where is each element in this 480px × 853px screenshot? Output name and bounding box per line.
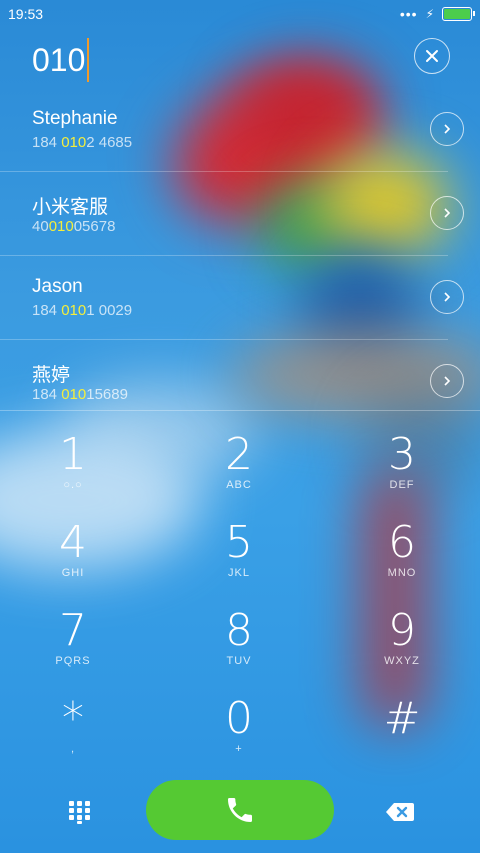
key-5[interactable]: 5 JKL — [184, 518, 294, 598]
close-icon — [426, 50, 438, 62]
contact-row[interactable]: 燕婷 184 01015689 — [0, 340, 464, 424]
contact-row[interactable]: 小米客服 4001005678 — [0, 172, 464, 256]
text-cursor — [87, 38, 90, 82]
dialed-number: 010 — [32, 41, 86, 78]
contact-detail-button[interactable] — [430, 196, 464, 230]
key-0[interactable]: 0 + — [184, 694, 294, 774]
key-1[interactable]: 1 ○.○ — [18, 430, 128, 510]
contact-suggestions: Stephanie 184 0102 4685 小米客服 4001005678 … — [0, 88, 480, 410]
contact-detail-button[interactable] — [430, 280, 464, 314]
chevron-right-icon — [444, 124, 451, 134]
phone-icon — [228, 798, 252, 822]
dialpad-grid-icon — [69, 801, 90, 824]
contact-name: Stephanie — [32, 108, 118, 129]
contact-name: 燕婷 — [32, 365, 71, 386]
dialpad: 1 ○.○ 2 ABC 3 DEF 4 GHI 5 JKL 6 MNO 7 PQRS 8 TUV… — [0, 430, 480, 780]
contact-number: 184 0102 4685 — [32, 134, 133, 151]
contact-name: 小米客服 — [32, 197, 109, 218]
dialpad-toggle-button[interactable] — [67, 799, 93, 825]
call-button[interactable] — [146, 780, 334, 840]
key-2[interactable]: 2 ABC — [184, 430, 294, 510]
bottom-actions — [0, 780, 480, 840]
key-9[interactable]: 9 WXYZ — [347, 606, 457, 686]
contact-detail-button[interactable] — [430, 112, 464, 146]
key-3[interactable]: 3 DEF — [347, 430, 457, 510]
signal-dots-icon: ••• — [399, 6, 418, 22]
contact-number: 4001005678 — [32, 218, 116, 235]
match-highlight: 010 — [61, 302, 87, 319]
key-7[interactable]: 7 PQRS — [18, 606, 128, 686]
chevron-right-icon — [444, 208, 451, 218]
list-divider — [0, 410, 480, 411]
contact-row[interactable]: Stephanie 184 0102 4685 — [0, 88, 464, 172]
number-input[interactable]: 010 — [0, 32, 480, 88]
status-bar: 19:53 ••• ⚡ — [0, 0, 480, 28]
match-highlight: 010 — [48, 218, 74, 235]
charging-icon: ⚡ — [425, 7, 434, 21]
battery-icon — [442, 7, 475, 21]
key-8[interactable]: 8 TUV — [184, 606, 294, 686]
contact-number: 184 01015689 — [32, 386, 128, 403]
key-6[interactable]: 6 MNO — [347, 518, 457, 598]
contact-row[interactable]: Jason 184 0101 0029 — [0, 256, 464, 340]
key-4[interactable]: 4 GHI — [18, 518, 128, 598]
key-star[interactable]: *, — [18, 694, 128, 774]
match-highlight: 010 — [61, 134, 87, 151]
backspace-icon — [386, 803, 414, 821]
key-hash[interactable]: # — [347, 694, 457, 774]
match-highlight: 010 — [61, 386, 87, 403]
status-time: 19:53 — [8, 6, 44, 22]
clear-button[interactable] — [414, 38, 450, 74]
backspace-button[interactable] — [385, 801, 415, 823]
chevron-right-icon — [444, 292, 451, 302]
contact-name: Jason — [32, 276, 83, 297]
contact-detail-button[interactable] — [430, 364, 464, 398]
contact-number: 184 0101 0029 — [32, 302, 133, 319]
chevron-right-icon — [444, 376, 451, 386]
